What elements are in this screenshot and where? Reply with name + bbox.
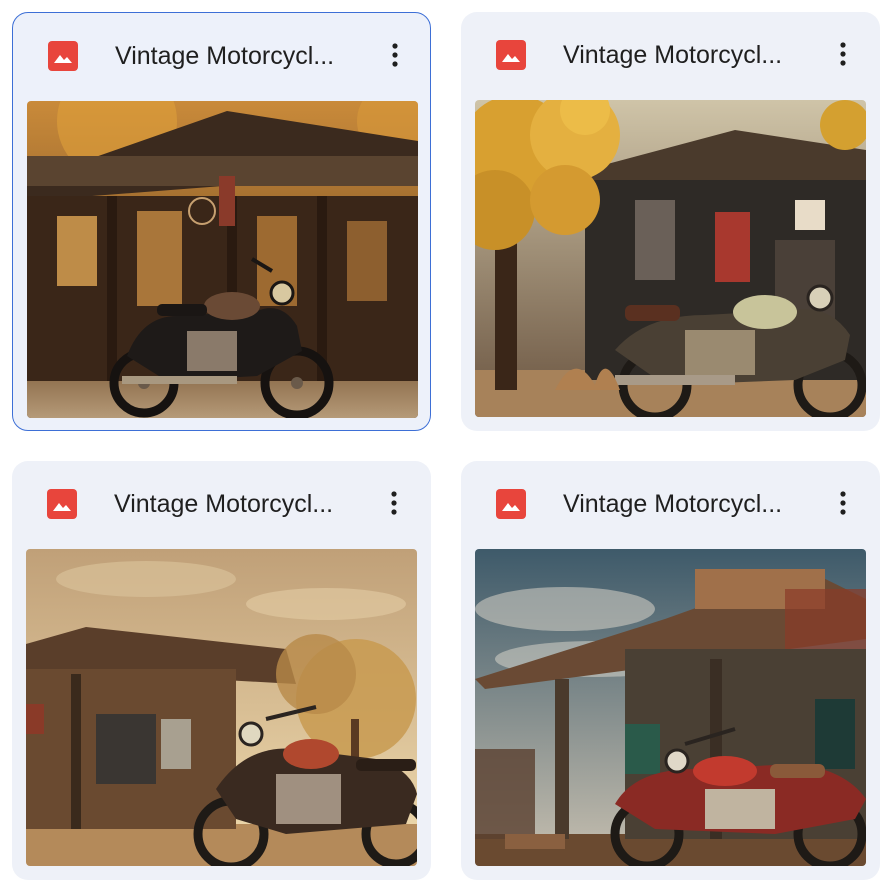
card-header: Vintage Motorcycl... [12,461,431,547]
more-options-button[interactable] [825,36,861,72]
more-options-button[interactable] [825,485,861,521]
image-file-icon [48,41,78,71]
image-thumbnail[interactable] [475,549,866,866]
file-title[interactable]: Vintage Motorcycl... [115,41,365,71]
more-vert-icon [840,42,846,66]
card-header: Vintage Motorcycl... [461,12,880,98]
image-file-icon [496,489,526,519]
more-vert-icon [392,43,398,67]
image-file-icon [496,40,526,70]
file-grid: Vintage Motorcycl... Vintage Motorcycl..… [0,0,890,886]
card-header: Vintage Motorcycl... [461,461,880,547]
card-header: Vintage Motorcycl... [13,13,430,99]
file-card[interactable]: Vintage Motorcycl... [461,461,880,880]
more-options-button[interactable] [377,37,413,73]
file-title[interactable]: Vintage Motorcycl... [563,40,813,70]
image-thumbnail[interactable] [26,549,417,866]
more-vert-icon [840,491,846,515]
file-card[interactable]: Vintage Motorcycl... [12,461,431,880]
image-thumbnail[interactable] [27,101,418,418]
more-vert-icon [391,491,397,515]
more-options-button[interactable] [376,485,412,521]
file-card[interactable]: Vintage Motorcycl... [12,12,431,431]
image-thumbnail[interactable] [475,100,866,417]
file-card[interactable]: Vintage Motorcycl... [461,12,880,431]
image-file-icon [47,489,77,519]
file-title[interactable]: Vintage Motorcycl... [114,489,364,519]
file-title[interactable]: Vintage Motorcycl... [563,489,813,519]
